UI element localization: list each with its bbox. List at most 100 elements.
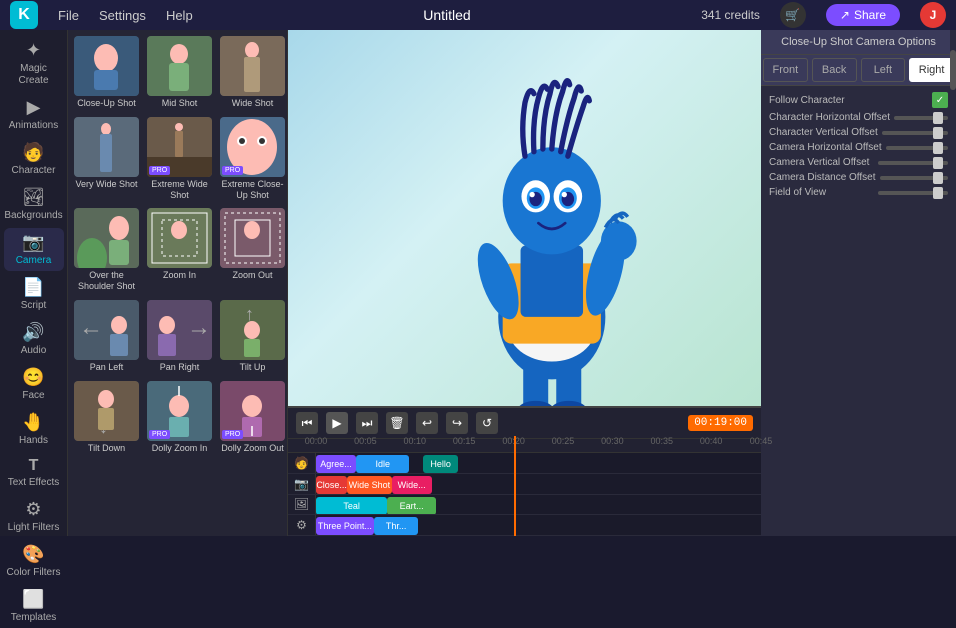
clip-agree[interactable]: Agree... bbox=[316, 455, 356, 473]
sidebar-item-animations[interactable]: ▶ Animations bbox=[4, 93, 64, 136]
sidebar-item-script[interactable]: 📄 Script bbox=[4, 273, 64, 316]
sidebar-item-character[interactable]: 🧑 Character bbox=[4, 138, 64, 181]
sidebar-item-backgrounds[interactable]: 🏞 Backgrounds bbox=[4, 183, 64, 226]
viewport bbox=[288, 30, 761, 406]
clip-three-point[interactable]: Three Point... bbox=[316, 517, 374, 535]
sidebar-item-camera[interactable]: 📷 Camera bbox=[4, 228, 64, 271]
sidebar-item-audio[interactable]: 🔊 Audio bbox=[4, 318, 64, 361]
cam-dist-offset-slider[interactable] bbox=[880, 176, 948, 180]
char-horiz-offset-slider[interactable] bbox=[894, 116, 948, 120]
ruler-mark-7: 00:35 bbox=[650, 436, 673, 446]
track-background-icon: 🖼 bbox=[288, 495, 316, 515]
sidebar-label-camera: Camera bbox=[16, 255, 52, 267]
cam-vert-offset-slider[interactable] bbox=[878, 161, 948, 165]
menu-file[interactable]: File bbox=[58, 8, 79, 23]
text-effects-icon: T bbox=[29, 457, 39, 475]
sidebar-item-face[interactable]: 😊 Face bbox=[4, 363, 64, 406]
shot-mid[interactable]: Mid Shot bbox=[145, 34, 214, 111]
track-background-content[interactable]: Teal Eart... bbox=[316, 495, 761, 515]
skip-forward-button[interactable]: ⏭ bbox=[356, 412, 378, 434]
clip-closeup[interactable]: Close... bbox=[316, 476, 347, 494]
sidebar-item-hands[interactable]: 🤚 Hands bbox=[4, 408, 64, 451]
logo: K bbox=[10, 1, 38, 29]
track-character-content[interactable]: Agree... Idle Hello bbox=[316, 453, 761, 473]
topbar: K File Settings Help Untitled 341 credit… bbox=[0, 0, 956, 30]
skip-back-button[interactable]: ⏮ bbox=[296, 412, 318, 434]
left-sidebar: ✦ Magic Create ▶ Animations 🧑 Character … bbox=[0, 30, 68, 536]
share-button[interactable]: ↗ Share bbox=[826, 4, 900, 26]
shot-over-shoulder-label: Over the Shoulder Shot bbox=[74, 270, 139, 292]
track-camera-icon: 📷 bbox=[288, 474, 316, 494]
sidebar-label-backgrounds: Backgrounds bbox=[4, 210, 62, 222]
document-title: Untitled bbox=[213, 7, 682, 23]
camera-tab-back[interactable]: Back bbox=[812, 58, 857, 82]
sidebar-item-text-effects[interactable]: T Text Effects bbox=[4, 453, 64, 493]
cam-horiz-offset-slider[interactable] bbox=[886, 146, 948, 150]
shot-dolly-zoom-out[interactable]: PRO Dolly Zoom Out bbox=[218, 379, 287, 456]
timeline-controls: ⏮ ▶ ⏭ 🗑 ↩ ↪ ↺ 00:19:00 bbox=[288, 408, 761, 439]
clip-thr[interactable]: Thr... bbox=[374, 517, 419, 535]
cart-button[interactable]: 🛒 bbox=[780, 2, 806, 28]
follow-character-checkbox[interactable]: ✓ bbox=[932, 92, 948, 108]
shot-wide-label: Wide Shot bbox=[232, 98, 274, 109]
pro-badge: PRO bbox=[222, 430, 243, 439]
menu-items: File Settings Help bbox=[58, 8, 193, 23]
shot-close-up-label: Close-Up Shot bbox=[77, 98, 136, 109]
user-avatar[interactable]: J bbox=[920, 2, 946, 28]
shot-dolly-zoom-in[interactable]: PRO Dolly Zoom In bbox=[145, 379, 214, 456]
shot-wide[interactable]: Wide Shot bbox=[218, 34, 287, 111]
clip-wide-shot[interactable]: Wide Shot bbox=[347, 476, 392, 494]
shot-close-up[interactable]: Close-Up Shot bbox=[72, 34, 141, 111]
clip-idle[interactable]: Idle bbox=[356, 455, 409, 473]
fov-slider[interactable] bbox=[878, 191, 948, 195]
sidebar-label-light-filters: Light Filters bbox=[8, 522, 60, 534]
shot-tilt-up[interactable]: ↑ Tilt Up bbox=[218, 298, 287, 375]
shot-pan-right[interactable]: → Pan Right bbox=[145, 298, 214, 375]
shot-pan-left[interactable]: ← Pan Left bbox=[72, 298, 141, 375]
menu-help[interactable]: Help bbox=[166, 8, 193, 23]
camera-controls: Follow Character ✓ Character Horizontal … bbox=[761, 86, 956, 204]
camera-tab-right[interactable]: Right bbox=[909, 58, 954, 82]
sidebar-item-templates[interactable]: ⬜ Templates bbox=[4, 585, 64, 628]
track-background: 🖼 Teal Eart... bbox=[288, 495, 761, 516]
clip-hello[interactable]: Hello bbox=[423, 455, 459, 473]
clip-teal[interactable]: Teal bbox=[316, 497, 387, 515]
shot-extreme-closeup-thumb: PRO bbox=[220, 117, 285, 177]
shot-extreme-closeup[interactable]: PRO Extreme Close-Up Shot bbox=[218, 115, 287, 203]
cam-dist-offset-row: Camera Distance Offset bbox=[769, 172, 948, 183]
ruler-mark-9: 00:45 bbox=[750, 436, 773, 446]
sidebar-item-light-filters[interactable]: ⚙ Light Filters bbox=[4, 495, 64, 538]
shot-tilt-down-thumb: ↓ bbox=[74, 381, 139, 441]
refresh-button[interactable]: ↺ bbox=[476, 412, 498, 434]
shot-zoom-out[interactable]: Zoom Out bbox=[218, 206, 287, 294]
shot-zoom-in-label: Zoom In bbox=[163, 270, 196, 281]
clip-wide2[interactable]: Wide... bbox=[392, 476, 432, 494]
shot-tilt-down[interactable]: ↓ Tilt Down bbox=[72, 379, 141, 456]
undo-button[interactable]: ↩ bbox=[416, 412, 438, 434]
sidebar-item-magic-create[interactable]: ✦ Magic Create bbox=[4, 36, 64, 91]
shot-extreme-wide-thumb: PRO bbox=[147, 117, 212, 177]
camera-tab-front[interactable]: Front bbox=[763, 58, 808, 82]
sidebar-label-text-effects: Text Effects bbox=[8, 477, 60, 489]
char-horiz-offset-label: Character Horizontal Offset bbox=[769, 112, 890, 123]
shot-pan-left-thumb: ← bbox=[74, 300, 139, 360]
timeline-ruler: 00:00 00:05 00:10 00:15 00:20 00:25 00:3… bbox=[288, 439, 761, 453]
shot-extreme-wide[interactable]: PRO Extreme Wide Shot bbox=[145, 115, 214, 203]
shot-over-shoulder[interactable]: Over the Shoulder Shot bbox=[72, 206, 141, 294]
animations-icon: ▶ bbox=[27, 97, 41, 118]
center-area: ⏮ ▶ ⏭ 🗑 ↩ ↪ ↺ 00:19:00 00:00 00:05 00:10… bbox=[288, 30, 761, 536]
clip-eart[interactable]: Eart... bbox=[387, 497, 436, 515]
shot-zoom-in[interactable]: Zoom In bbox=[145, 206, 214, 294]
delete-button[interactable]: 🗑 bbox=[386, 412, 408, 434]
redo-button[interactable]: ↪ bbox=[446, 412, 468, 434]
play-button[interactable]: ▶ bbox=[326, 412, 348, 434]
shot-very-wide[interactable]: Very Wide Shot bbox=[72, 115, 141, 203]
track-camera-content[interactable]: Close... Wide Shot Wide... bbox=[316, 474, 761, 494]
sidebar-item-color-filters[interactable]: 🎨 Color Filters bbox=[4, 540, 64, 583]
camera-tab-left[interactable]: Left bbox=[861, 58, 906, 82]
shot-extreme-wide-label: Extreme Wide Shot bbox=[147, 179, 212, 201]
ruler-mark-1: 00:05 bbox=[354, 436, 377, 446]
char-vert-offset-slider[interactable] bbox=[882, 131, 948, 135]
track-light-content[interactable]: Three Point... Thr... bbox=[316, 515, 761, 535]
menu-settings[interactable]: Settings bbox=[99, 8, 146, 23]
